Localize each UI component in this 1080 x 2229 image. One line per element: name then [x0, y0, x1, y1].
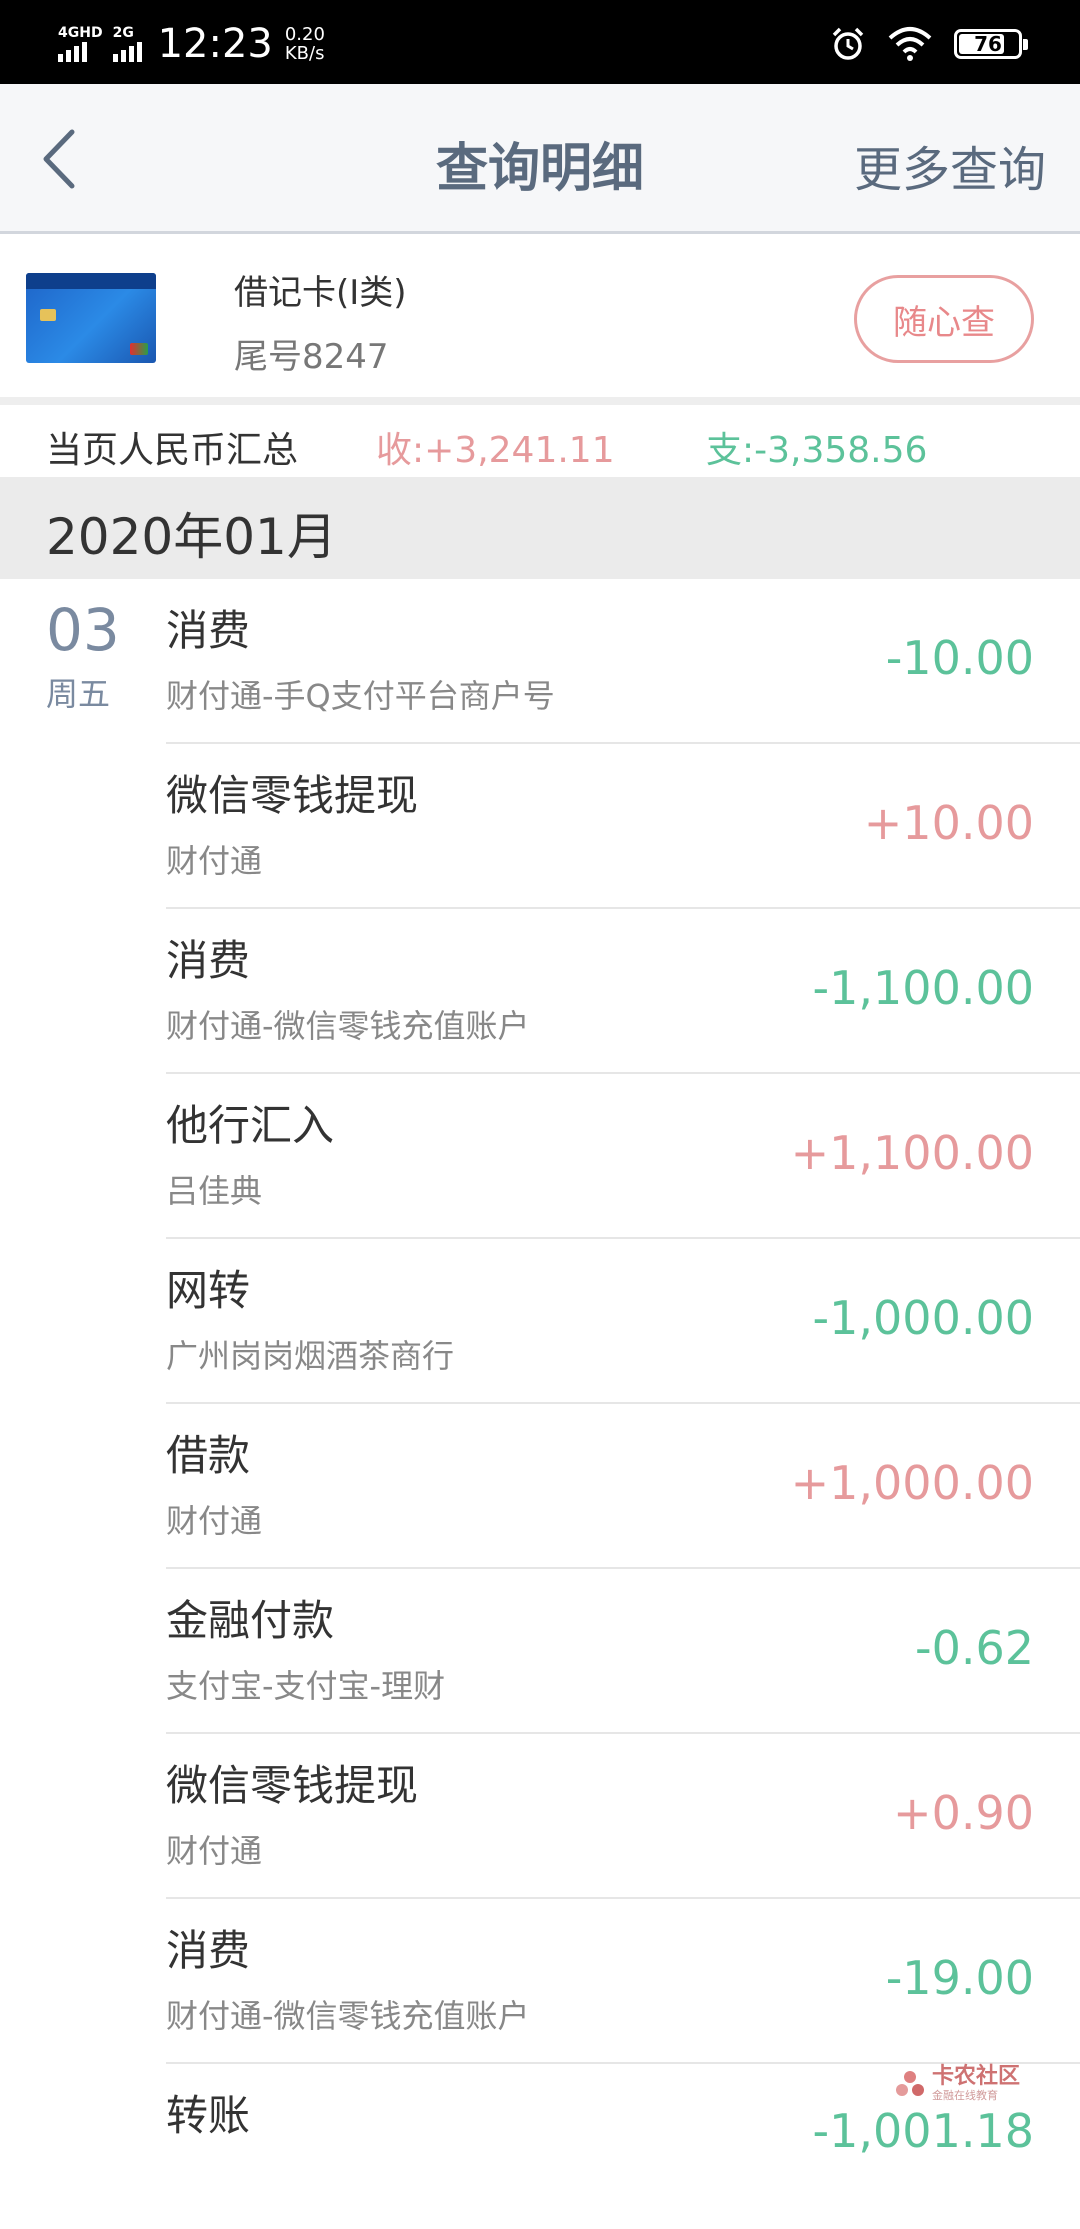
- more-query-button[interactable]: 更多查询: [854, 130, 1046, 200]
- signal-sim1: 4GHD: [58, 26, 103, 62]
- transaction-title: 消费: [166, 936, 251, 985]
- transaction-amount: -1,100.00: [812, 961, 1034, 1015]
- transaction-amount: -19.00: [885, 1951, 1034, 2005]
- bank-card-icon: [26, 273, 156, 363]
- transaction-counterparty: 财付通-微信零钱充值账户: [166, 1007, 530, 1045]
- card-info: 借记卡(Ⅰ类) 尾号8247 随心查: [0, 237, 1080, 405]
- app-header: 查询明细 更多查询: [0, 84, 1080, 234]
- transaction-counterparty: 财付通-微信零钱充值账户: [166, 1997, 530, 2035]
- signal-bars-icon: [58, 42, 87, 62]
- transaction-amount: -10.00: [885, 631, 1034, 685]
- signal-sim2: 2G: [112, 25, 142, 62]
- speed-unit: KB/s: [284, 43, 325, 64]
- watermark: 卡农社区 金融在线教育: [894, 2065, 1020, 2102]
- speed-value: 0.20: [284, 24, 325, 45]
- transaction-amount: +1,000.00: [790, 1456, 1034, 1510]
- transaction-row[interactable]: 微信零钱提现 财付通 +10.00: [166, 744, 1080, 909]
- transaction-row[interactable]: 他行汇入 吕佳典 +1,100.00: [166, 1074, 1080, 1239]
- transaction-amount: +1,100.00: [790, 1126, 1034, 1180]
- transaction-counterparty: 财付通: [166, 1502, 263, 1540]
- transaction-title: 他行汇入: [166, 1101, 335, 1150]
- wifi-icon: [888, 27, 932, 61]
- sim2-label: 2G: [112, 25, 134, 41]
- transaction-row[interactable]: 借款 财付通 +1,000.00: [166, 1404, 1080, 1569]
- battery-icon: 76: [954, 29, 1028, 59]
- status-bar-right: 76: [830, 20, 1028, 68]
- watermark-text: 卡农社区: [931, 2064, 1020, 2089]
- summary-label: 当页人民币汇总: [46, 430, 299, 471]
- transaction-title: 金融付款: [166, 1596, 335, 1645]
- transaction-title: 网转: [166, 1266, 251, 1315]
- page-summary: 当页人民币汇总 收:+3,241.11 支:-3,358.56: [0, 405, 1080, 475]
- transaction-counterparty: 财付通: [166, 1832, 263, 1870]
- transaction-title: 消费: [166, 1926, 251, 1975]
- kanong-logo-icon: [895, 2070, 924, 2096]
- summary-expense: 支:-3,358.56: [706, 430, 928, 471]
- card-type: 借记卡(Ⅰ类): [234, 273, 407, 313]
- transaction-amount: -1,001.18: [812, 2104, 1034, 2158]
- date-day: 03: [46, 596, 120, 664]
- status-bar-left: 4GHD 2G 12:23 0.20 KB/s: [58, 16, 325, 72]
- transaction-amount: +10.00: [863, 796, 1034, 850]
- transaction-row[interactable]: 消费 财付通-微信零钱充值账户 -19.00: [166, 1899, 1080, 2064]
- transaction-row[interactable]: 网转 广州岗岗烟酒茶商行 -1,000.00: [166, 1239, 1080, 1404]
- transaction-amount: -0.62: [914, 1621, 1034, 1675]
- status-time: 12:23: [157, 21, 273, 67]
- month-header: 2020年01月: [0, 477, 1080, 579]
- transaction-title: 借款: [166, 1431, 251, 1480]
- transaction-counterparty: 支付宝-支付宝-理财: [166, 1667, 446, 1705]
- watermark-subtext: 金融在线教育: [931, 2089, 998, 2102]
- transaction-title: 微信零钱提现: [166, 771, 419, 820]
- flexible-query-button[interactable]: 随心查: [854, 275, 1034, 363]
- transaction-counterparty: 财付通-手Q支付平台商户号: [166, 677, 555, 715]
- transaction-title: 微信零钱提现: [166, 1761, 419, 1810]
- transaction-title: 转账: [166, 2091, 251, 2140]
- transaction-counterparty: 财付通: [166, 842, 263, 880]
- transaction-row[interactable]: 消费 财付通-手Q支付平台商户号 -10.00: [166, 579, 1080, 744]
- transaction-title: 消费: [166, 606, 251, 655]
- signal-bars-icon: [112, 42, 142, 62]
- battery-level: 76: [974, 32, 1002, 56]
- transaction-row[interactable]: 消费 财付通-微信零钱充值账户 -1,100.00: [166, 909, 1080, 1074]
- month-label: 2020年01月: [46, 508, 337, 566]
- transaction-counterparty: 吕佳典: [166, 1172, 263, 1210]
- transaction-amount: -1,000.00: [812, 1291, 1034, 1345]
- date-group: 03 周五: [46, 599, 126, 715]
- network-speed: 0.20 KB/s: [285, 25, 325, 63]
- summary-income: 收:+3,241.11: [376, 430, 615, 471]
- sim1-label: 4GHD: [58, 25, 103, 41]
- alarm-icon: [832, 27, 864, 60]
- transaction-row[interactable]: 微信零钱提现 财付通 +0.90: [166, 1734, 1080, 1899]
- status-bar: 4GHD 2G 12:23 0.20 KB/s 76: [0, 0, 1080, 84]
- card-tail-number: 尾号8247: [234, 337, 389, 377]
- transaction-amount: +0.90: [893, 1786, 1034, 1840]
- transaction-counterparty: 广州岗岗烟酒茶商行: [166, 1337, 455, 1375]
- transaction-row[interactable]: 金融付款 支付宝-支付宝-理财 -0.62: [166, 1569, 1080, 1734]
- date-weekday: 周五: [46, 675, 111, 713]
